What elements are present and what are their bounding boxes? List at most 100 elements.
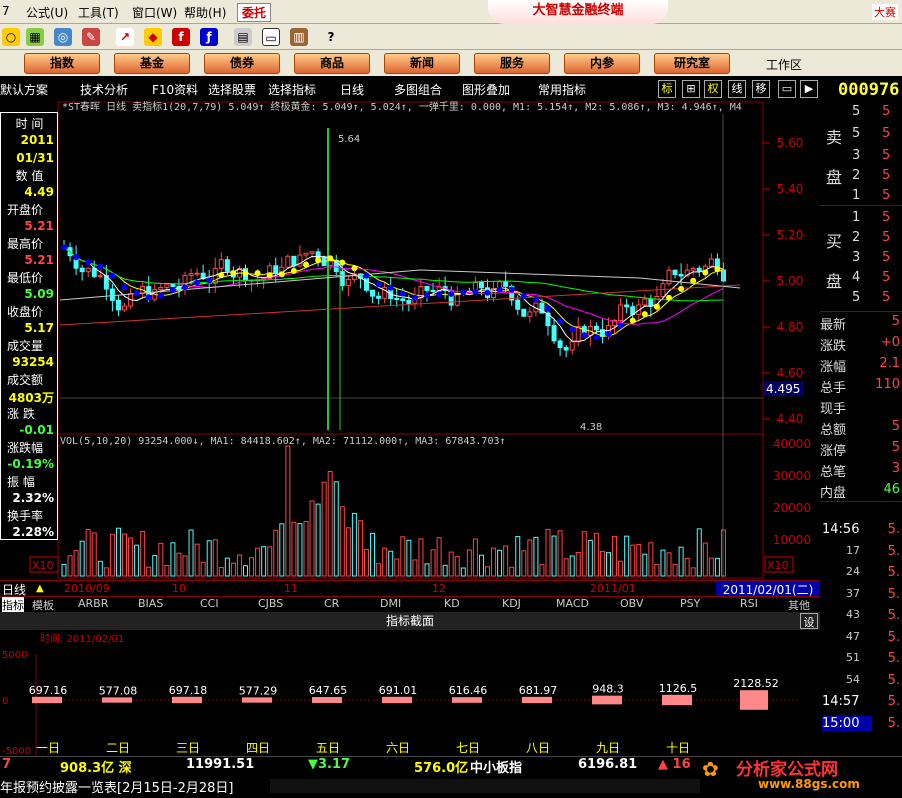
tick-price: 5. bbox=[887, 522, 900, 537]
date-tick: 2011/01 bbox=[590, 582, 636, 595]
menu-item[interactable]: 7 bbox=[2, 4, 10, 18]
move-button[interactable]: 移 bbox=[752, 80, 770, 98]
rights-button[interactable]: 权 bbox=[704, 80, 722, 98]
period-daily[interactable]: 日线 bbox=[340, 81, 364, 98]
books-icon[interactable]: ▥ bbox=[290, 28, 308, 46]
indicator-tab[interactable]: ARBR bbox=[78, 597, 108, 610]
period-arrow-icon[interactable]: ▲ bbox=[36, 583, 44, 594]
candle-body bbox=[424, 286, 430, 291]
overlay[interactable]: 图形叠加 bbox=[462, 81, 510, 98]
menu-formula[interactable]: 公式(U) bbox=[26, 4, 68, 21]
indicator-tick: 5000 bbox=[2, 650, 27, 661]
grid-icon[interactable]: ▦ bbox=[26, 28, 44, 46]
indicator-tab[interactable]: CCI bbox=[200, 597, 219, 610]
diamond-icon[interactable]: ◆ bbox=[144, 28, 162, 46]
indicator-tab[interactable]: MACD bbox=[556, 597, 589, 610]
label-value: 数 值 bbox=[15, 169, 44, 183]
menu-tools[interactable]: 工具(T) bbox=[78, 4, 119, 21]
default-scheme[interactable]: 默认方案 bbox=[0, 81, 48, 98]
volume-bar bbox=[243, 565, 248, 577]
stat-value: 5 bbox=[891, 314, 900, 329]
select-stock[interactable]: 选择股票 bbox=[208, 81, 256, 98]
candle-body bbox=[345, 278, 351, 287]
stock-code: 000976 bbox=[838, 80, 900, 100]
indicator-tab[interactable]: OBV bbox=[620, 597, 643, 610]
indicator-tab[interactable]: BIAS bbox=[138, 597, 163, 610]
signal-dot bbox=[73, 254, 80, 261]
candle-body bbox=[303, 252, 309, 256]
volume-bar bbox=[630, 544, 636, 577]
volume-bar bbox=[563, 558, 569, 577]
sme-index: 6196.81 bbox=[578, 757, 638, 772]
restore-icon[interactable]: ▭ bbox=[778, 80, 796, 98]
volume-bar bbox=[170, 542, 176, 577]
indicator-tab[interactable]: KD bbox=[444, 597, 460, 610]
nav-insider[interactable]: 内参 bbox=[564, 53, 640, 74]
select-indicator[interactable]: 选择指标 bbox=[268, 81, 316, 98]
label-open: 开盘价 bbox=[7, 203, 44, 217]
tag-icon[interactable]: ✎ bbox=[82, 28, 100, 46]
news-ticker[interactable]: 年报预约披露一览表[2月15日-2月28日] bbox=[0, 777, 233, 796]
volume-tick-label: 40000 bbox=[773, 437, 811, 451]
f10-data[interactable]: F10资料 bbox=[152, 81, 198, 98]
volume-bar bbox=[73, 550, 79, 577]
indicator-category: 一日 bbox=[36, 741, 60, 755]
workarea-label[interactable]: 工作区 bbox=[766, 56, 802, 73]
signal-dot bbox=[484, 289, 491, 296]
nav-service[interactable]: 服务 bbox=[474, 53, 550, 74]
candle-body bbox=[291, 255, 297, 267]
fund-icon[interactable]: ƒ bbox=[200, 28, 218, 46]
brand-url: www.88gs.com bbox=[758, 777, 860, 791]
indicator-tab[interactable]: 模板 bbox=[32, 597, 54, 613]
indicator-tab[interactable]: PSY bbox=[680, 597, 700, 610]
help-cursor-icon[interactable]: ? bbox=[322, 28, 340, 46]
trade-button[interactable]: 委托 bbox=[237, 3, 272, 22]
grid-button[interactable]: ⊞ bbox=[682, 80, 700, 98]
doc-icon[interactable]: ▤ bbox=[234, 28, 252, 46]
nav-research[interactable]: 研究室 bbox=[654, 53, 730, 74]
signal-dot bbox=[678, 285, 685, 292]
candle-body bbox=[648, 298, 654, 307]
candle-body bbox=[285, 255, 291, 268]
nav-news[interactable]: 新闻 bbox=[384, 53, 460, 74]
value-change-pct: -0.19% bbox=[7, 457, 54, 471]
settings-button[interactable]: 设 bbox=[800, 613, 818, 629]
f10-icon[interactable]: f bbox=[172, 28, 190, 46]
chart-icon[interactable]: ↗ bbox=[116, 28, 134, 46]
indicator-tab[interactable]: 指标 bbox=[2, 597, 24, 613]
indicator-tab[interactable]: KDJ bbox=[502, 597, 521, 610]
indicator-value: 2128.52 bbox=[733, 677, 779, 690]
indicator-tab[interactable]: RSI bbox=[740, 597, 758, 610]
mark-button[interactable]: 标 bbox=[658, 80, 676, 98]
nav-bar: 指数 基金 债券 商品 新闻 服务 内参 研究室 工作区 bbox=[0, 50, 902, 76]
menu-bar: 7 公式(U) 工具(T) 窗口(W) 帮助(H) 委托 大智慧金融终端 大赛 bbox=[0, 0, 902, 24]
signal-dot bbox=[520, 292, 527, 299]
window-icon[interactable]: ▭ bbox=[262, 28, 280, 46]
line-button[interactable]: 线 bbox=[728, 80, 746, 98]
contest-button[interactable]: 大赛 bbox=[872, 4, 898, 20]
nav-index[interactable]: 指数 bbox=[24, 53, 100, 74]
menu-window[interactable]: 窗口(W) bbox=[132, 4, 177, 21]
kline-chart[interactable]: *ST春晖 日线 卖指标1(20,7,79) 5.049↑ 终极黄金: 5.04… bbox=[0, 100, 820, 582]
common-indicator[interactable]: 常用指标 bbox=[538, 81, 586, 98]
signal-dot bbox=[545, 305, 551, 312]
signal-dot bbox=[97, 263, 104, 270]
indicator-tab[interactable]: DMI bbox=[380, 597, 401, 610]
volume-bar bbox=[309, 500, 315, 577]
nav-bond[interactable]: 债券 bbox=[204, 53, 280, 74]
indicator-value: 697.18 bbox=[169, 684, 208, 697]
indicator-tab[interactable]: CJBS bbox=[258, 597, 283, 610]
multi-chart[interactable]: 多图组合 bbox=[394, 81, 442, 98]
volume-bar bbox=[79, 540, 85, 577]
indicator-tab[interactable]: 其他 bbox=[788, 597, 810, 613]
next-icon[interactable]: ▶ bbox=[800, 80, 818, 98]
menu-help[interactable]: 帮助(H) bbox=[184, 4, 226, 21]
nav-fund[interactable]: 基金 bbox=[114, 53, 190, 74]
glasses-icon[interactable]: ○ bbox=[2, 28, 20, 46]
tech-analysis[interactable]: 技术分析 bbox=[80, 81, 128, 98]
indicator-section: 指标截面 设 时间: 2011/02/01 5000 0 -5000 697.16 一… bbox=[0, 612, 820, 756]
indicator-tab[interactable]: CR bbox=[324, 597, 339, 610]
indicator-value: 577.08 bbox=[99, 684, 138, 697]
nav-commodity[interactable]: 商品 bbox=[294, 53, 370, 74]
binoculars-icon[interactable]: ◎ bbox=[54, 28, 72, 46]
